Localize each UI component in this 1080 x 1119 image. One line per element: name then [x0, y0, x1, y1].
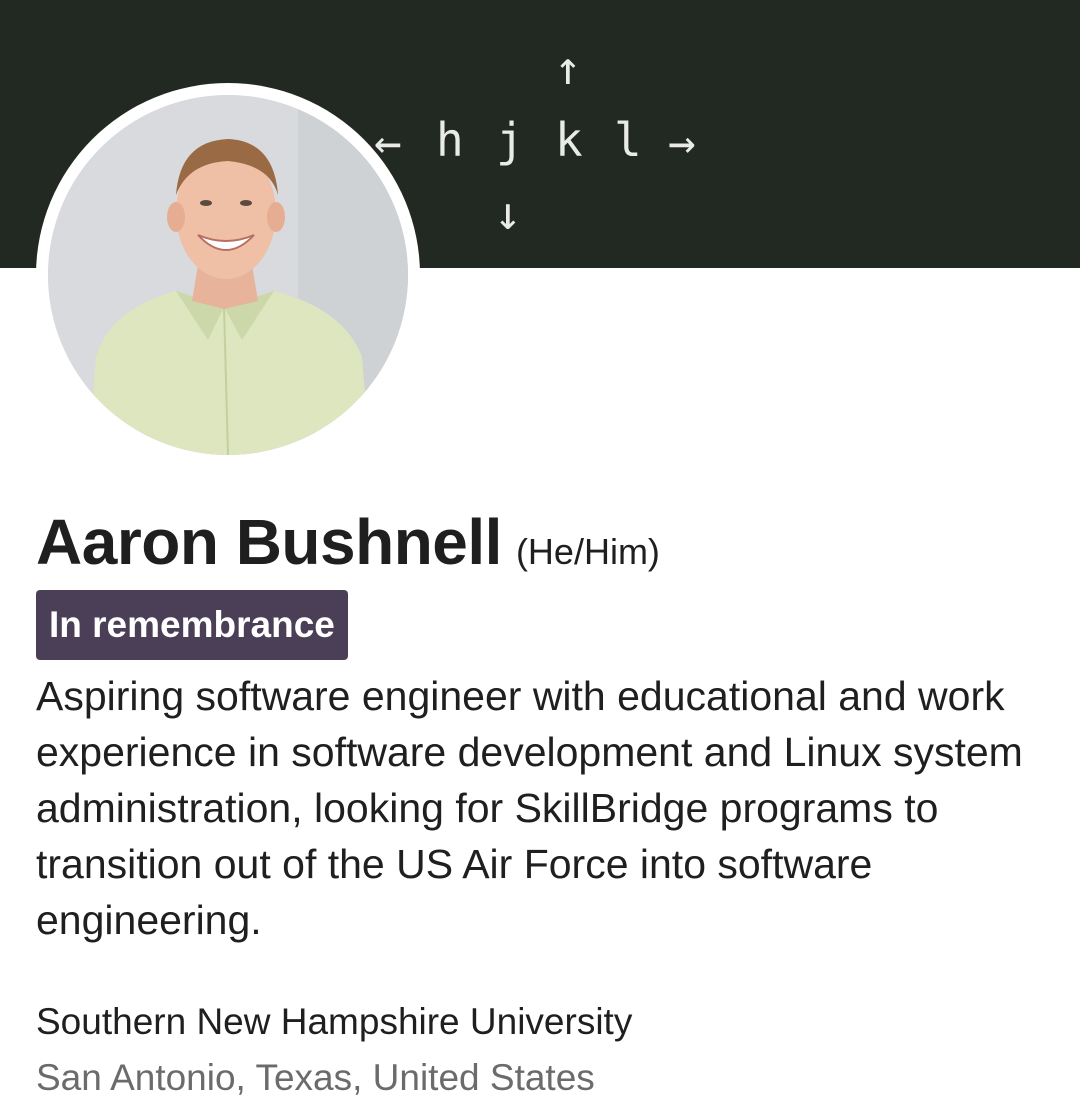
profile-name: Aaron Bushnell [36, 506, 502, 578]
key-l: l [614, 113, 642, 167]
avatar-photo [48, 95, 408, 455]
remembrance-badge: In remembrance [36, 590, 348, 660]
name-row: Aaron Bushnell (He/Him) [36, 505, 660, 579]
profile-pronouns: (He/Him) [515, 531, 660, 572]
key-k: k [555, 113, 583, 167]
arrow-down-icon: ↓ [494, 186, 522, 240]
person-portrait-icon [48, 95, 408, 455]
key-h: h [436, 113, 464, 167]
profile-education[interactable]: Southern New Hampshire University [36, 998, 632, 1046]
profile-location: San Antonio, Texas, United States [36, 1057, 595, 1098]
arrow-up-icon: ↑ [554, 41, 582, 95]
profile-avatar[interactable] [36, 83, 420, 467]
arrow-right-icon: → [668, 115, 696, 169]
key-j: j [496, 113, 524, 167]
profile-headline: Aspiring software engineer with educatio… [36, 673, 1023, 943]
